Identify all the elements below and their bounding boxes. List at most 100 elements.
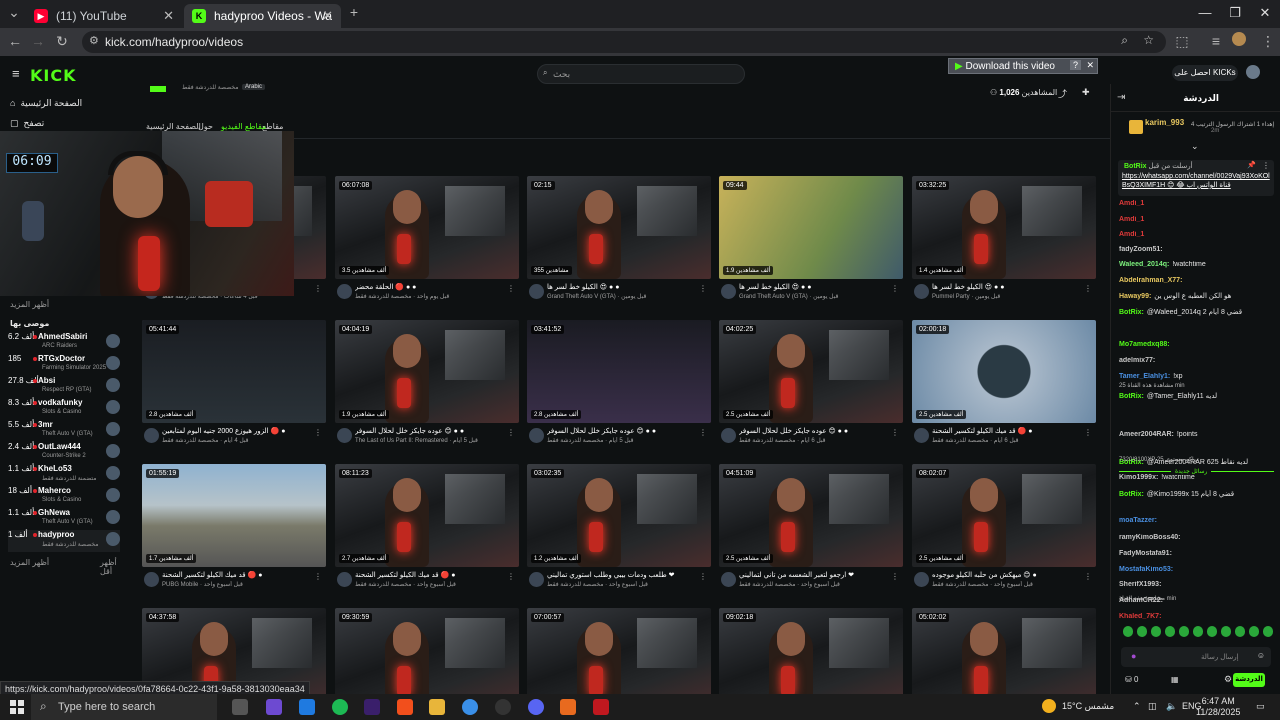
video-card[interactable]: 07:00:57: [527, 608, 711, 694]
chat-message[interactable]: MostafaKimo53:: [1119, 566, 1277, 573]
tab-search-icon[interactable]: ⌄: [4, 4, 24, 21]
video-menu-icon[interactable]: ⋮: [1084, 284, 1092, 293]
video-card[interactable]: 04:02:25 2.5 ألف مشاهدين عوده جايكز خلل لح…: [719, 320, 903, 450]
chat-message[interactable]: Haway99: هو الكن العطبه ع الوس ين: [1119, 292, 1277, 300]
video-card[interactable]: 04:51:09 2.5 ألف مشاهدين ارجعو لتعبر الشعس…: [719, 464, 903, 594]
tray-chevron-icon[interactable]: ⌃: [1133, 701, 1141, 712]
tab-kick[interactable]: K hadyproo Videos - Watch On-D ✕: [184, 4, 341, 28]
kicks-readout[interactable]: ⛁ 0: [1125, 675, 1138, 684]
minimize-icon[interactable]: —: [1190, 5, 1220, 20]
video-thumbnail[interactable]: 03:32:25 1.4 ألف مشاهدين: [912, 176, 1096, 279]
channel-avatar[interactable]: [721, 572, 736, 587]
get-kicks-button[interactable]: احصل على KICKs: [1172, 65, 1238, 81]
copilot-icon[interactable]: [266, 699, 282, 715]
collapse-chat-icon[interactable]: ⇥: [1117, 92, 1125, 103]
channel-avatar[interactable]: [914, 428, 929, 443]
task-view-icon[interactable]: [232, 699, 248, 715]
video-thumbnail[interactable]: 05:41:44 2.8 ألف مشاهدين: [142, 320, 326, 423]
chat-send-button[interactable]: الدردشة: [1233, 673, 1265, 687]
video-card[interactable]: 02:15 355 مشاهدين الكيلو خط لسر ها 😍 ● ● Gr…: [527, 176, 711, 306]
top-gifter-name[interactable]: karim_993: [1145, 118, 1184, 127]
video-thumbnail[interactable]: 02:15 355 مشاهدين: [527, 176, 711, 279]
chat-message[interactable]: fadyZoom51:: [1119, 246, 1277, 253]
address-bar[interactable]: ⚙ kick.com/hadyproo/videos ⌕ ☆: [82, 31, 1166, 53]
sidebar-channel[interactable]: 2.4 ألف OutLaw444 Counter-Strike 2: [8, 442, 120, 464]
video-thumbnail[interactable]: 04:02:25 2.5 ألف مشاهدين: [719, 320, 903, 423]
video-card[interactable]: 05:02:02: [912, 608, 1096, 694]
red-app-icon[interactable]: [593, 699, 609, 715]
video-menu-icon[interactable]: ⋮: [699, 428, 707, 437]
kick-logo[interactable]: KICK: [30, 66, 77, 85]
chat-message[interactable]: FadyMostafa91:: [1119, 550, 1277, 557]
sidebar-channel[interactable]: 185 RTGxDoctor Farming Simulator 2025: [8, 354, 120, 376]
video-thumbnail[interactable]: 09:44 1.9 ألف مشاهدين: [719, 176, 903, 279]
video-title[interactable]: الحلقة محضر 🔴 ● ●: [355, 283, 505, 291]
chat-username[interactable]: BotRix:: [1119, 309, 1144, 316]
channel-avatar[interactable]: [914, 284, 929, 299]
chat-username[interactable]: Waleed_2014q:: [1119, 261, 1169, 268]
edge-icon[interactable]: [299, 699, 315, 715]
volume-icon[interactable]: 🔈: [1166, 701, 1177, 712]
hamburger-menu-icon[interactable]: ≡: [12, 66, 20, 81]
channel-avatar[interactable]: [721, 284, 736, 299]
video-thumbnail[interactable]: 04:51:09 2.5 ألف مشاهدين: [719, 464, 903, 567]
pinned-menu-icon[interactable]: ⋮: [1262, 161, 1270, 170]
reload-icon[interactable]: ↻: [52, 33, 72, 50]
new-tab-icon[interactable]: +: [344, 4, 364, 20]
show-less-link[interactable]: أظهر أقل: [100, 558, 126, 576]
video-card[interactable]: 09:30:59: [335, 608, 519, 694]
video-title[interactable]: الكيلو خط لسر ها 😍 ● ●: [932, 283, 1082, 291]
chat-username[interactable]: Haway99:: [1119, 293, 1151, 300]
obs-icon[interactable]: [495, 699, 511, 715]
premiere-icon[interactable]: [364, 699, 380, 715]
sidebar-channel[interactable]: 1.1 ألف GhNewa Theft Auto V (GTA): [8, 508, 120, 530]
video-thumbnail[interactable]: 09:02:18: [719, 608, 903, 694]
video-card[interactable]: 03:41:52 2.8 ألف مشاهدين عوده جايكز خلل لح…: [527, 320, 711, 450]
chat-message[interactable]: Khaled_7K7:: [1119, 613, 1277, 620]
video-menu-icon[interactable]: ⋮: [891, 428, 899, 437]
search-input[interactable]: ⌕ بحث: [537, 64, 745, 84]
video-card[interactable]: 03:02:35 1.2 ألف مشاهدين طلعب ودمات بيبي و…: [527, 464, 711, 594]
chat-username[interactable]: BotRix:: [1119, 393, 1144, 400]
video-menu-icon[interactable]: ⋮: [699, 284, 707, 293]
video-menu-icon[interactable]: ⋮: [1084, 572, 1092, 581]
video-thumbnail[interactable]: 05:02:02: [912, 608, 1096, 694]
video-card[interactable]: 01:55:19 1.7 ألف مشاهدين قد ميك الكيلو لتك…: [142, 464, 326, 594]
download-help-button[interactable]: ?: [1069, 60, 1081, 70]
video-thumbnail[interactable]: 06:07:08 3.5 ألف مشاهدين: [335, 176, 519, 279]
video-title[interactable]: عوده جايكز خلل لحلال السوفر 😊 ● ●: [547, 427, 697, 435]
sidebar-channel[interactable]: 8.3 ألف vodkafunky Slots & Casino: [8, 398, 120, 420]
menu-dots-icon[interactable]: ⋮: [1258, 33, 1278, 50]
chat-username[interactable]: Amdi_1: [1119, 216, 1144, 223]
chat-message[interactable]: Abdelrahman_X77:: [1119, 277, 1277, 284]
brave-icon[interactable]: [397, 699, 413, 715]
grid-icon[interactable]: ▦: [1171, 675, 1179, 684]
share-icon[interactable]: ⤴: [1058, 87, 1067, 100]
channel-avatar[interactable]: [144, 428, 159, 443]
pinned-message[interactable]: BotRix أرسلت من قبل 📌 ⋮ https://whatsapp…: [1118, 160, 1274, 196]
close-tab-icon[interactable]: ✕: [163, 8, 174, 24]
video-card[interactable]: 08:02:07 2.5 ألف مشاهدين ميهكش من حلبه الك…: [912, 464, 1096, 594]
video-thumbnail[interactable]: 08:11:23 2.7 ألف مشاهدين: [335, 464, 519, 567]
video-title[interactable]: الكيلو خط لسر ها 😍 ● ●: [547, 283, 697, 291]
video-thumbnail[interactable]: 03:41:52 2.8 ألف مشاهدين: [527, 320, 711, 423]
zoom-icon[interactable]: ⌕: [1121, 33, 1128, 48]
sidebar-channel[interactable]: 27.8 ألفAbsiRespect RP (GTA): [8, 376, 120, 398]
tab-youtube[interactable]: ▶ (11) YouTube ✕: [26, 4, 182, 28]
video-card[interactable]: 03:32:25 1.4 ألف مشاهدين الكيلو خط لسر ها …: [912, 176, 1096, 306]
download-close-icon[interactable]: ✕: [1086, 60, 1094, 71]
video-title[interactable]: قد ميك الكيلو لتكسير الشحنة 🔴 ●: [932, 427, 1082, 435]
chat-message[interactable]: SherifX1993:: [1119, 581, 1277, 588]
following-show-more[interactable]: أظهر المزيد: [10, 300, 49, 309]
video-title[interactable]: الكيلو خط لسر ها 😍 ● ●: [739, 283, 889, 291]
chat-username[interactable]: Ameer2004RAR:: [1119, 431, 1174, 438]
chat-input[interactable]: ● إرسال رسالة ☺: [1121, 647, 1271, 667]
video-menu-icon[interactable]: ⋮: [699, 572, 707, 581]
video-menu-icon[interactable]: ⋮: [891, 284, 899, 293]
sidebar-channel[interactable]: 5.5 ألف 3mr Theft Auto V (GTA): [8, 420, 120, 442]
video-card[interactable]: 06:07:08 3.5 ألف مشاهدين الحلقة محضر 🔴 ● ●…: [335, 176, 519, 306]
chat-username[interactable]: Mo7amedxq88:: [1119, 341, 1170, 348]
sidebar-channel[interactable]: 1 ألف hadyproo مخصصة للدردشة فقط: [8, 530, 120, 552]
pinned-link[interactable]: https://whatsapp.com/channel/0029Vaj93Xo…: [1122, 172, 1272, 190]
nav-home[interactable]: ⌂ الصفحة الرئيسية: [10, 98, 82, 109]
